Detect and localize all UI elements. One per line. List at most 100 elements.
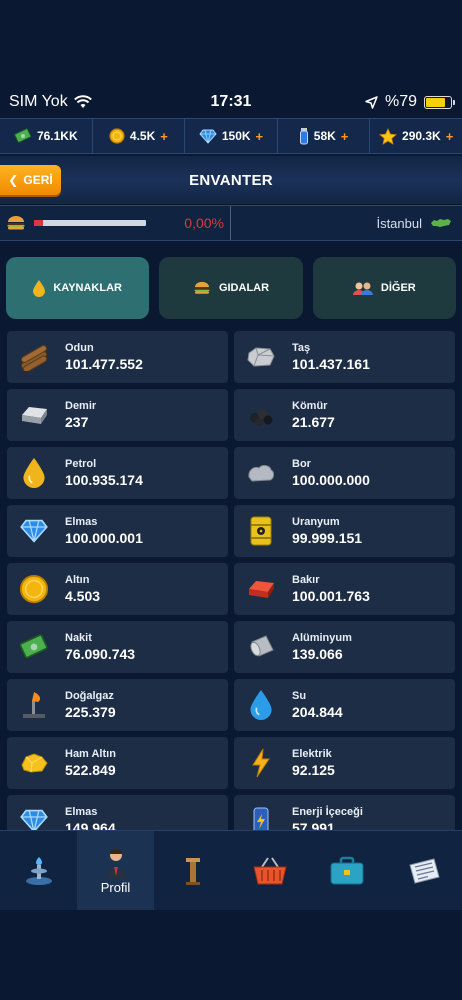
item-value: 101.437.161 [292, 356, 370, 372]
nav-podium[interactable] [154, 831, 231, 910]
battery-level [426, 97, 445, 107]
item-name: Alüminyum [292, 632, 352, 644]
category-tabs: KAYNAKLAR GIDALAR DİĞER [6, 257, 456, 319]
item-name: Elmas [65, 516, 98, 528]
back-button[interactable]: ❮ GERİ [0, 165, 61, 195]
item-text: Elektrik 92.125 [292, 748, 335, 778]
fountain-icon [25, 856, 52, 885]
item-value: 4.503 [65, 588, 101, 604]
nav-news[interactable] [385, 831, 462, 910]
item-name: Demir [65, 400, 97, 412]
iron-icon [17, 398, 51, 432]
city-selector[interactable]: İstanbul [231, 206, 462, 240]
item-name: Altın [65, 574, 90, 586]
boron-icon [244, 456, 278, 490]
item-value: 237 [65, 414, 89, 430]
inventory-item[interactable]: Altın 4.503 [7, 563, 228, 615]
add-diamond-icon[interactable]: + [256, 129, 264, 144]
add-star-icon[interactable]: + [446, 129, 454, 144]
item-name: Elmas [65, 806, 98, 818]
nav-profile[interactable]: Profil [77, 831, 154, 910]
item-text: Ham Altın 522.849 [65, 748, 116, 778]
nav-market[interactable] [231, 831, 308, 910]
item-text: Elmas 149.964 [65, 806, 116, 830]
nav-fountain[interactable] [0, 831, 77, 910]
inventory-item[interactable]: Kömür 21.677 [234, 389, 455, 441]
inventory-item[interactable]: Elmas 100.000.001 [7, 505, 228, 557]
turkey-map-icon [431, 219, 451, 227]
inventory-item[interactable]: Doğalgaz 225.379 [7, 679, 228, 731]
item-name: Nakit [65, 632, 92, 644]
inventory-item[interactable]: Enerji İçeceği 57.991 [234, 795, 455, 830]
item-text: Uranyum 99.999.151 [292, 516, 362, 546]
energy-drink-icon [244, 804, 278, 830]
resources-bar: 76.1KK 4.5K + 150K + 58K + 290.3K + [0, 118, 462, 154]
inventory-item[interactable]: Petrol 100.935.174 [7, 447, 228, 499]
inventory-item[interactable]: Su 204.844 [234, 679, 455, 731]
copper-bar-icon [244, 572, 278, 606]
progress-percent: 0,00% [184, 215, 224, 231]
resource-value: 290.3K [402, 129, 441, 143]
resource-value: 150K [221, 129, 251, 143]
cash-icon [14, 128, 32, 143]
inventory-item[interactable]: Elektrik 92.125 [234, 737, 455, 789]
tab-diger[interactable]: DİĞER [312, 257, 456, 319]
nav-label: Profil [100, 880, 131, 895]
tab-gidalar[interactable]: GIDALAR [159, 257, 303, 319]
inventory-item[interactable]: Uranyum 99.999.151 [234, 505, 455, 557]
gold-coin-icon [17, 572, 51, 606]
resource-star[interactable]: 290.3K + [370, 119, 462, 153]
resource-potion[interactable]: 58K + [278, 119, 371, 153]
city-label: İstanbul [376, 215, 422, 231]
inventory-item[interactable]: Elmas 149.964 [7, 795, 228, 830]
inventory-item[interactable]: Nakit 76.090.743 [7, 621, 228, 673]
add-coin-icon[interactable]: + [160, 129, 168, 144]
item-text: Bakır 100.001.763 [292, 574, 370, 604]
item-value: 101.477.552 [65, 356, 143, 372]
resource-coin[interactable]: 4.5K + [93, 119, 186, 153]
item-name: Kömür [292, 400, 328, 412]
item-value: 92.125 [292, 762, 335, 778]
item-value: 21.677 [292, 414, 335, 430]
item-value: 100.000.000 [292, 472, 370, 488]
add-potion-icon[interactable]: + [341, 129, 349, 144]
diamond-icon [199, 129, 217, 144]
inventory-item[interactable]: Odun 101.477.552 [7, 331, 228, 383]
tab-kaynaklar[interactable]: KAYNAKLAR [6, 257, 150, 319]
stone-icon [244, 340, 278, 374]
item-value: 99.999.151 [292, 530, 363, 546]
nav-business[interactable] [308, 831, 385, 910]
item-name: Uranyum [292, 516, 340, 528]
resource-cash[interactable]: 76.1KK [0, 119, 93, 153]
item-text: Odun 101.477.552 [65, 342, 143, 372]
inventory-item[interactable]: Demir 237 [7, 389, 228, 441]
briefcase-icon [330, 856, 363, 884]
status-left: SIM Yok [9, 93, 92, 111]
cash-icon [17, 630, 51, 664]
carrier-label: SIM Yok [9, 93, 68, 110]
gas-flame-icon [17, 688, 51, 722]
inventory-item[interactable]: Bakır 100.001.763 [234, 563, 455, 615]
diamond-icon [17, 514, 51, 548]
podium-icon [185, 857, 200, 885]
inventory-item[interactable]: Alüminyum 139.066 [234, 621, 455, 673]
oil-drop-icon [33, 279, 46, 297]
item-value: 76.090.743 [65, 646, 136, 662]
uranium-barrel-icon [244, 514, 278, 548]
hunger-progress: 0,00% [0, 206, 231, 240]
chevron-left-icon: ❮ [8, 173, 19, 187]
resource-value: 58K [313, 129, 336, 143]
item-value: 522.849 [65, 762, 116, 778]
coal-icon [244, 398, 278, 432]
tab-label: KAYNAKLAR [53, 282, 122, 294]
inventory-item[interactable]: Bor 100.000.000 [234, 447, 455, 499]
item-value: 204.844 [292, 704, 343, 720]
resource-diamond[interactable]: 150K + [185, 119, 278, 153]
progress-row: 0,00% İstanbul [0, 205, 462, 241]
wood-icon [17, 340, 51, 374]
inventory-item[interactable]: Taş 101.437.161 [234, 331, 455, 383]
item-name: Doğalgaz [65, 690, 114, 702]
item-text: Bor 100.000.000 [292, 458, 370, 488]
item-text: Enerji İçeceği 57.991 [292, 806, 363, 830]
inventory-item[interactable]: Ham Altın 522.849 [7, 737, 228, 789]
